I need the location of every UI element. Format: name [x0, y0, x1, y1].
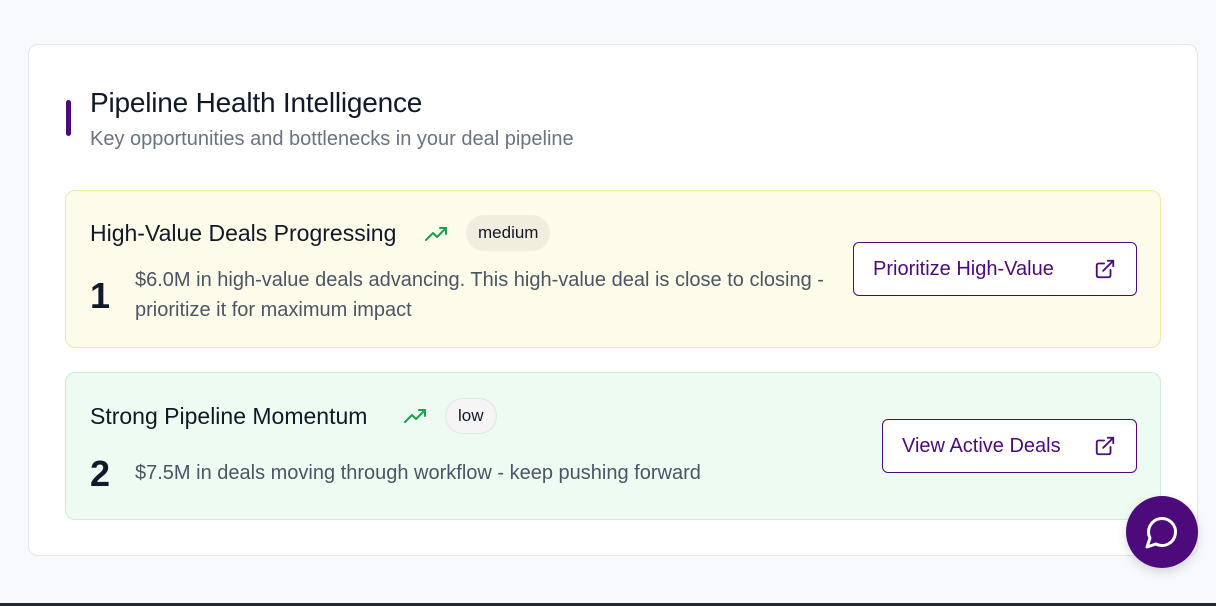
insight-card-momentum: Strong Pipeline Momentum low 2 $7.5M in …: [65, 372, 1161, 520]
page-subtitle: Key opportunities and bottlenecks in you…: [90, 128, 574, 150]
priority-badge: low: [445, 398, 497, 434]
insight-rank: 1: [90, 275, 111, 316]
trending-up-icon: [404, 409, 426, 423]
accent-bar: [66, 100, 71, 136]
chat-bubble-icon: [1145, 516, 1178, 549]
chat-button[interactable]: [1126, 496, 1198, 568]
insight-card-high-value: High-Value Deals Progressing medium 1 $6…: [65, 190, 1161, 348]
insight-description: $7.5M in deals moving through workflow -…: [135, 462, 701, 484]
button-label: Prioritize High-Value: [873, 257, 1054, 280]
page-title: Pipeline Health Intelligence: [90, 87, 423, 118]
insight-title: High-Value Deals Progressing: [90, 220, 397, 246]
pipeline-health-card: Pipeline Health Intelligence Key opportu…: [28, 44, 1198, 556]
insight-title: Strong Pipeline Momentum: [90, 403, 368, 429]
prioritize-high-value-button[interactable]: Prioritize High-Value: [853, 242, 1137, 296]
external-link-icon: [1095, 436, 1115, 456]
insight-description: $6.0M in high-value deals advancing. Thi…: [135, 269, 824, 321]
external-link-icon: [1095, 259, 1115, 279]
trending-up-icon: [425, 227, 447, 241]
button-label: View Active Deals: [902, 434, 1061, 457]
insight-rank: 2: [90, 453, 111, 494]
view-active-deals-button[interactable]: View Active Deals: [882, 419, 1137, 473]
priority-badge: medium: [466, 215, 551, 251]
